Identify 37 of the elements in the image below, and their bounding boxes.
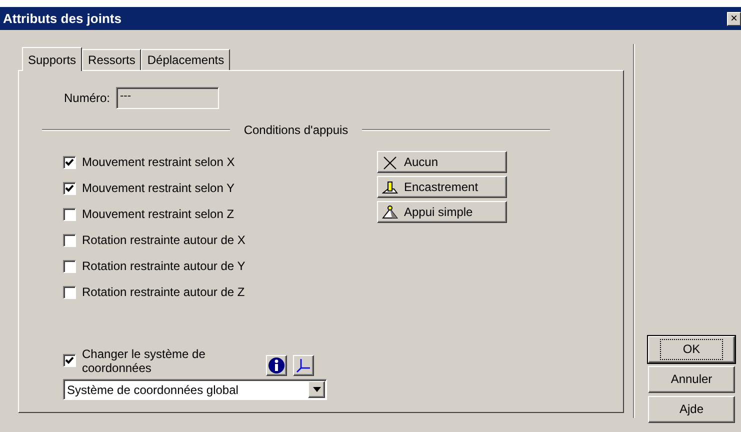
window-title: Attributs des joints [3,10,122,26]
dialog-button[interactable]: OK [648,336,735,363]
checkbox[interactable] [63,182,76,195]
checkbox[interactable] [63,208,76,221]
number-field[interactable]: --- [116,87,220,109]
dialog-button[interactable]: Ajde [648,396,735,423]
checkbox[interactable] [63,234,76,247]
checkbox-label: Mouvement restraint selon Y [82,181,235,196]
preset-button[interactable]: Aucun [377,151,507,174]
checkbox-label: Rotation restrainte autour de Z [82,285,245,300]
number-label: Numéro: [64,90,110,106]
axes-button[interactable] [293,355,314,376]
tab[interactable]: Supports [22,47,82,71]
info-button[interactable] [266,355,287,376]
checkbox[interactable] [63,354,76,368]
preset-button[interactable]: Encastrement [377,176,507,198]
tab[interactable]: Déplacements [141,49,230,70]
checkbox-label: Changer le système de coordonnées [82,346,206,376]
preset-button[interactable]: Appui simple [377,201,507,224]
checkbox-label: Rotation restrainte autour de Y [82,259,246,274]
tab[interactable]: Ressorts [82,49,142,70]
info-icon [268,357,285,374]
checkbox-label: Mouvement restraint selon Z [82,207,234,222]
dialog-button[interactable]: Annuler [648,366,735,393]
coordinate-system-dropdown[interactable]: Système de coordonnées global [63,379,327,400]
x-icon [382,154,398,170]
support-icon [382,204,398,220]
axes-icon [296,358,311,374]
close-button[interactable]: × [727,12,741,26]
checkbox-label: Rotation restrainte autour de X [82,233,246,248]
dropdown-arrow-icon [312,387,320,392]
checkbox[interactable] [63,156,76,169]
checkbox[interactable] [63,286,76,299]
checkbox[interactable] [63,260,76,273]
support-icon [382,180,398,195]
section-title: Conditions d'appuis [242,123,350,138]
checkbox-label: Mouvement restraint selon X [82,155,235,170]
